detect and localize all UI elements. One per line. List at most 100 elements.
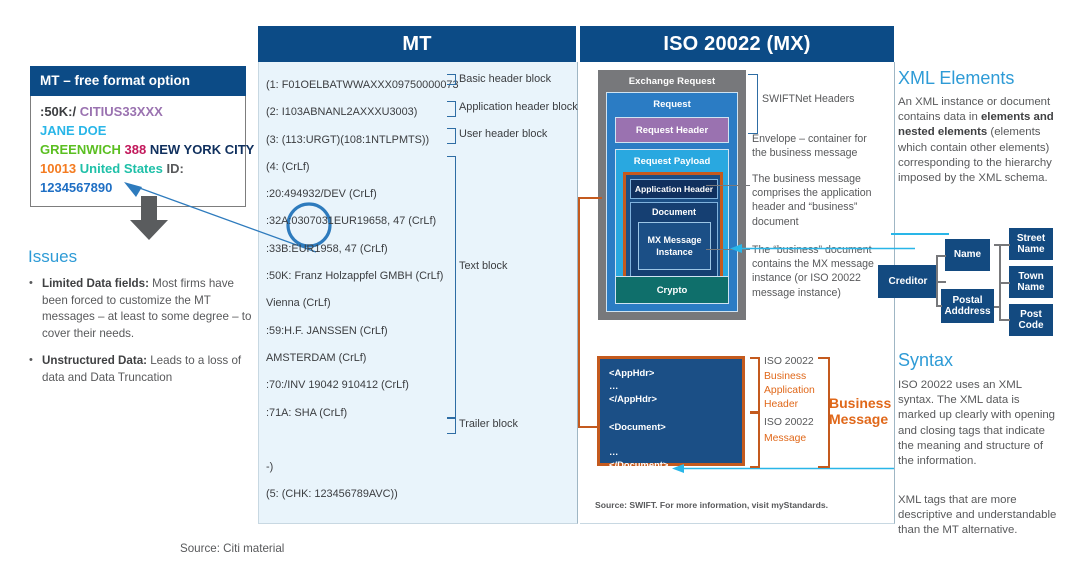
tree-node-postal-address-label: Postal Adddress	[944, 294, 991, 318]
column-header-iso: ISO 20022 (MX)	[580, 26, 894, 62]
mt-free-format-token: 388	[124, 142, 150, 157]
column-header-mt: MT	[258, 26, 576, 62]
tree-node-creditor: Creditor	[878, 265, 938, 298]
exchange-request-label: Exchange Request	[628, 76, 716, 87]
mt-message-line: (2: I103ABNANL2AXXXU3003)	[266, 106, 418, 119]
mt-free-format-line: 10013 United States ID:	[40, 159, 236, 178]
tree-line-vert-1	[936, 255, 938, 307]
mt-message-line: :20:494932/DEV (CrLf)	[266, 188, 377, 201]
issue-item-lead: Unstructured Data:	[42, 354, 148, 367]
cyan-arrow-to-document-close	[672, 464, 894, 473]
crypto-box: Crypto	[615, 276, 729, 304]
bracket-bah	[750, 357, 760, 413]
mt-free-format-line: :50K:/ CITIUS33XXX	[40, 102, 236, 121]
request-payload-label: Request Payload	[633, 156, 711, 167]
mt-message-lines: (1: F01OELBATWWAXXX09750000073 (2: I103AB…	[266, 72, 466, 509]
issues-title: Issues	[28, 247, 78, 266]
xml-document-ellipsis: …	[609, 446, 619, 457]
application-header-box: Application Header	[630, 179, 718, 199]
label-business-message: Business Message	[829, 395, 891, 427]
bottom-source-note: Source: Citi material	[180, 542, 285, 555]
xml-document-section: <Document> … </Document>	[600, 414, 742, 470]
tree-line-root-stem	[938, 281, 946, 283]
iso-source-note: Source: SWIFT. For more information, vis…	[595, 500, 829, 510]
mt-free-format-title: MT – free format option	[30, 66, 246, 96]
document-box: Document MX Message Instance	[630, 202, 718, 277]
tree-node-postal-address: Postal Adddress	[941, 289, 994, 323]
label-iso-bah-prefix: ISO 20022	[764, 356, 814, 367]
leader-app-header	[706, 185, 750, 187]
mt-message-line: :71A: SHA (CrLf)	[266, 406, 348, 419]
note-business-message: The business message comprises the appli…	[752, 173, 872, 228]
mt-message-line: Vienna (CrLf)	[266, 297, 331, 310]
mt-free-format-token: United States	[79, 161, 167, 176]
mt-free-format-line: GREENWICH 388 NEW YORK CITY	[40, 140, 254, 159]
tree-node-post-code-label: Post Code	[1018, 308, 1044, 332]
issues-list: Limited Data fields: Most firms have bee…	[28, 275, 254, 397]
syntax-paragraph-1: ISO 20022 uses an XML syntax. The XML da…	[898, 379, 1056, 468]
column-header-iso-label: ISO 20022 (MX)	[663, 32, 811, 55]
tree-node-town-name-label: Town Name	[1017, 270, 1045, 294]
mt-message-line: (1: F01OELBATWWAXXX09750000073	[266, 79, 459, 91]
issue-item: Limited Data fields: Most firms have bee…	[29, 275, 254, 342]
mt-free-format-token: CITIUS33XXX	[79, 104, 163, 119]
document-label: Document	[651, 207, 696, 217]
tree-line-town	[999, 282, 1010, 284]
tree-node-post-code: Post Code	[1009, 304, 1053, 336]
request-header-box: Request Header	[615, 117, 729, 143]
xml-elements-body: An XML instance or document contains dat…	[898, 96, 1054, 185]
tree-line-postal-stem	[994, 306, 1000, 308]
xml-apphdr-section: <AppHdr> … </AppHdr>	[600, 359, 742, 411]
tree-node-name: Name	[945, 239, 990, 271]
mt-message-line: (5: (CHK: 123456789AVC))	[266, 488, 398, 501]
mt-free-format-token: 1234567890	[40, 180, 113, 195]
label-business-message-line2: Message	[829, 411, 889, 427]
mt-message-line: :32A:0307031EUR19658, 47 (CrLf)	[266, 215, 437, 228]
mt-free-format-token: ID:	[166, 161, 184, 176]
xml-document-open: <Document>	[609, 421, 666, 432]
mt-message-line: -)	[266, 461, 274, 474]
tree-node-town-name: Town Name	[1009, 266, 1053, 298]
request-label: Request	[653, 99, 691, 110]
note-swiftnet-headers: SWIFTNet Headers	[762, 93, 855, 105]
mt-message-line: :50K: Franz Holzappfel GMBH (CrLf)	[266, 270, 444, 283]
mt-free-format-token: 10013	[40, 161, 80, 176]
request-box: Request Request Header Request Payload A…	[606, 92, 738, 312]
cyan-divider	[891, 233, 949, 235]
syntax-paragraph-2: XML tags that are more descriptive and u…	[898, 494, 1057, 537]
label-trailer-block: Trailer block	[459, 418, 518, 430]
mt-free-format-token: GREENWICH	[40, 142, 125, 157]
mt-message-line: AMSTERDAM (CrLf)	[266, 351, 367, 364]
xml-elements-emphasis: elements and nested elements	[898, 111, 1054, 139]
issue-item: Unstructured Data: Leads to a loss of da…	[29, 352, 254, 386]
issues-ul: Limited Data fields: Most firms have bee…	[28, 275, 254, 386]
label-basic-header-block: Basic header block	[459, 73, 552, 85]
label-iso-bah: Business Application Header	[764, 371, 815, 410]
xml-apphdr-close: </AppHdr>	[609, 393, 657, 404]
mt-message-line: (4: (CrLf)	[266, 160, 310, 173]
tree-line-postal	[936, 305, 942, 307]
xml-apphdr-open: <AppHdr>	[609, 367, 655, 378]
syntax-title: Syntax	[898, 350, 954, 370]
label-application-header-block: Application header block	[459, 101, 578, 113]
xml-apphdr-ellipsis: …	[609, 380, 619, 391]
mt-message-line: :33B:EUR1958, 47 (CrLf)	[266, 242, 388, 255]
bracket-swiftnet-headers	[748, 74, 758, 134]
label-text-block: Text block	[459, 260, 508, 272]
mt-free-format-token: NEW YORK CITY	[149, 142, 255, 157]
mt-message-line: (3: (113:URGT)(108:1NTLPMTS))	[266, 133, 430, 146]
xml-spacer	[609, 433, 742, 445]
bracket-message	[750, 412, 760, 468]
business-message-box: Application Header Document MX Message I…	[623, 172, 723, 282]
label-iso-msg: Message	[764, 433, 807, 444]
column-header-mt-label: MT	[402, 32, 432, 55]
request-payload-box: Request Payload Application Header Docum…	[615, 149, 729, 289]
mt-free-format-token: :50K:/	[40, 104, 80, 119]
tree-node-street-name: Street Name	[1009, 228, 1053, 260]
bracket-basic-header	[447, 74, 456, 85]
mt-free-format-token: JANE DOE	[40, 123, 107, 138]
mx-message-instance-box: MX Message Instance	[638, 222, 711, 270]
note-envelope: Envelope – container for the business me…	[752, 133, 867, 160]
mt-free-format-line: JANE DOE	[40, 121, 236, 140]
tree-node-street-name-label: Street Name	[1016, 232, 1046, 256]
